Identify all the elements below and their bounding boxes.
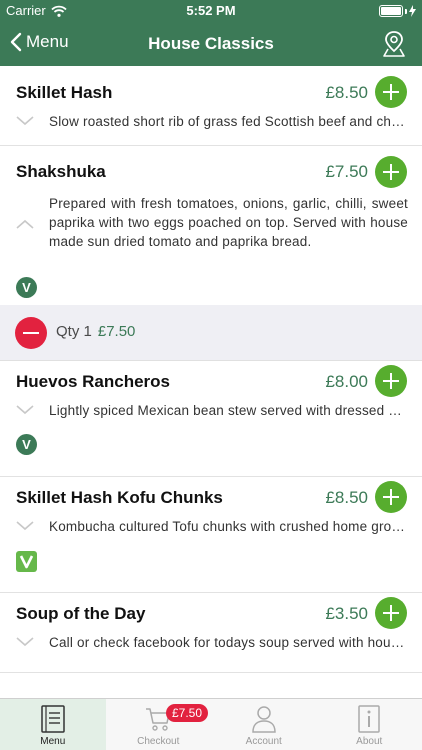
chevron-down-icon[interactable]	[16, 521, 34, 531]
item-name: Skillet Hash	[16, 83, 113, 102]
vegan-badge	[16, 551, 37, 572]
item-price: £8.50	[325, 83, 368, 102]
tab-label: Menu	[40, 736, 66, 747]
add-to-order-button[interactable]	[375, 481, 407, 513]
map-pin-icon	[383, 31, 405, 57]
person-icon	[251, 706, 276, 733]
menu-item[interactable]: Huevos Rancheros £8.00 Lightly spiced Me…	[0, 361, 422, 477]
quantity-label: Qty 1	[56, 323, 92, 340]
menu-book-icon	[41, 705, 65, 733]
navigation-bar: Menu House Classics	[0, 22, 422, 66]
battery-icon	[379, 5, 416, 17]
chevron-down-icon[interactable]	[16, 116, 34, 126]
tab-account[interactable]: Account	[211, 699, 317, 750]
vegetarian-badge: V	[16, 434, 37, 455]
tab-bar: Menu Checkout Account About	[0, 698, 422, 750]
item-price: £7.50	[325, 162, 368, 181]
remove-from-order-button[interactable]	[15, 317, 47, 349]
tab-about[interactable]: About	[317, 699, 422, 750]
add-to-order-button[interactable]	[375, 597, 407, 629]
chevron-down-icon[interactable]	[16, 637, 34, 647]
charging-icon	[409, 5, 416, 17]
item-name: Soup of the Day	[16, 604, 146, 623]
tab-label: Account	[245, 736, 282, 747]
menu-item-list[interactable]: Skillet Hash £8.50 Slow roasted short ri…	[0, 66, 422, 698]
location-button[interactable]	[382, 30, 406, 63]
order-quantity-row: Qty 1 £7.50	[0, 305, 422, 361]
cart-total-badge: £7.50	[166, 704, 209, 722]
item-description: Kombucha cultured Tofu chunks with crush…	[49, 519, 408, 534]
item-name: Huevos Rancheros	[16, 372, 170, 391]
menu-item[interactable]: Skillet Hash £8.50 Slow roasted short ri…	[0, 66, 422, 146]
tab-menu[interactable]: Menu	[0, 699, 106, 750]
info-icon	[358, 705, 380, 733]
chevron-up-icon[interactable]	[16, 219, 34, 229]
tab-label: Checkout	[137, 736, 180, 747]
item-price: £3.50	[325, 604, 368, 623]
clock: 5:52 PM	[186, 3, 236, 18]
item-name: Skillet Hash Kofu Chunks	[16, 488, 223, 507]
tab-label: About	[356, 736, 383, 747]
menu-item[interactable]: Soup of the Day £3.50 Call or check face…	[0, 593, 422, 673]
order-line-price: £7.50	[97, 323, 136, 340]
item-description: Prepared with fresh tomatoes, onions, ga…	[49, 196, 408, 249]
order-quantity-summary: Qty 1 £7.50	[56, 323, 135, 340]
menu-item[interactable]: Skillet Hash Kofu Chunks £8.50 Kombucha …	[0, 477, 422, 593]
item-description: Lightly spiced Mexican bean stew served …	[49, 403, 408, 418]
add-to-order-button[interactable]	[375, 76, 407, 108]
item-name: Shakshuka	[16, 162, 106, 181]
item-description: Slow roasted short rib of grass fed Scot…	[49, 114, 408, 129]
menu-item[interactable]: Shakshuka £7.50 Prepared with fresh toma…	[0, 146, 422, 305]
item-price: £8.00	[325, 372, 368, 391]
chevron-down-icon[interactable]	[16, 405, 34, 415]
item-price: £8.50	[325, 488, 368, 507]
vegan-v-icon	[19, 555, 34, 569]
page-title: House Classics	[148, 34, 274, 53]
add-to-order-button[interactable]	[375, 156, 407, 188]
item-description: Call or check facebook for todays soup s…	[49, 635, 408, 650]
vegetarian-badge: V	[16, 277, 37, 298]
status-bar: Carrier 5:52 PM	[0, 0, 422, 22]
add-to-order-button[interactable]	[375, 365, 407, 397]
